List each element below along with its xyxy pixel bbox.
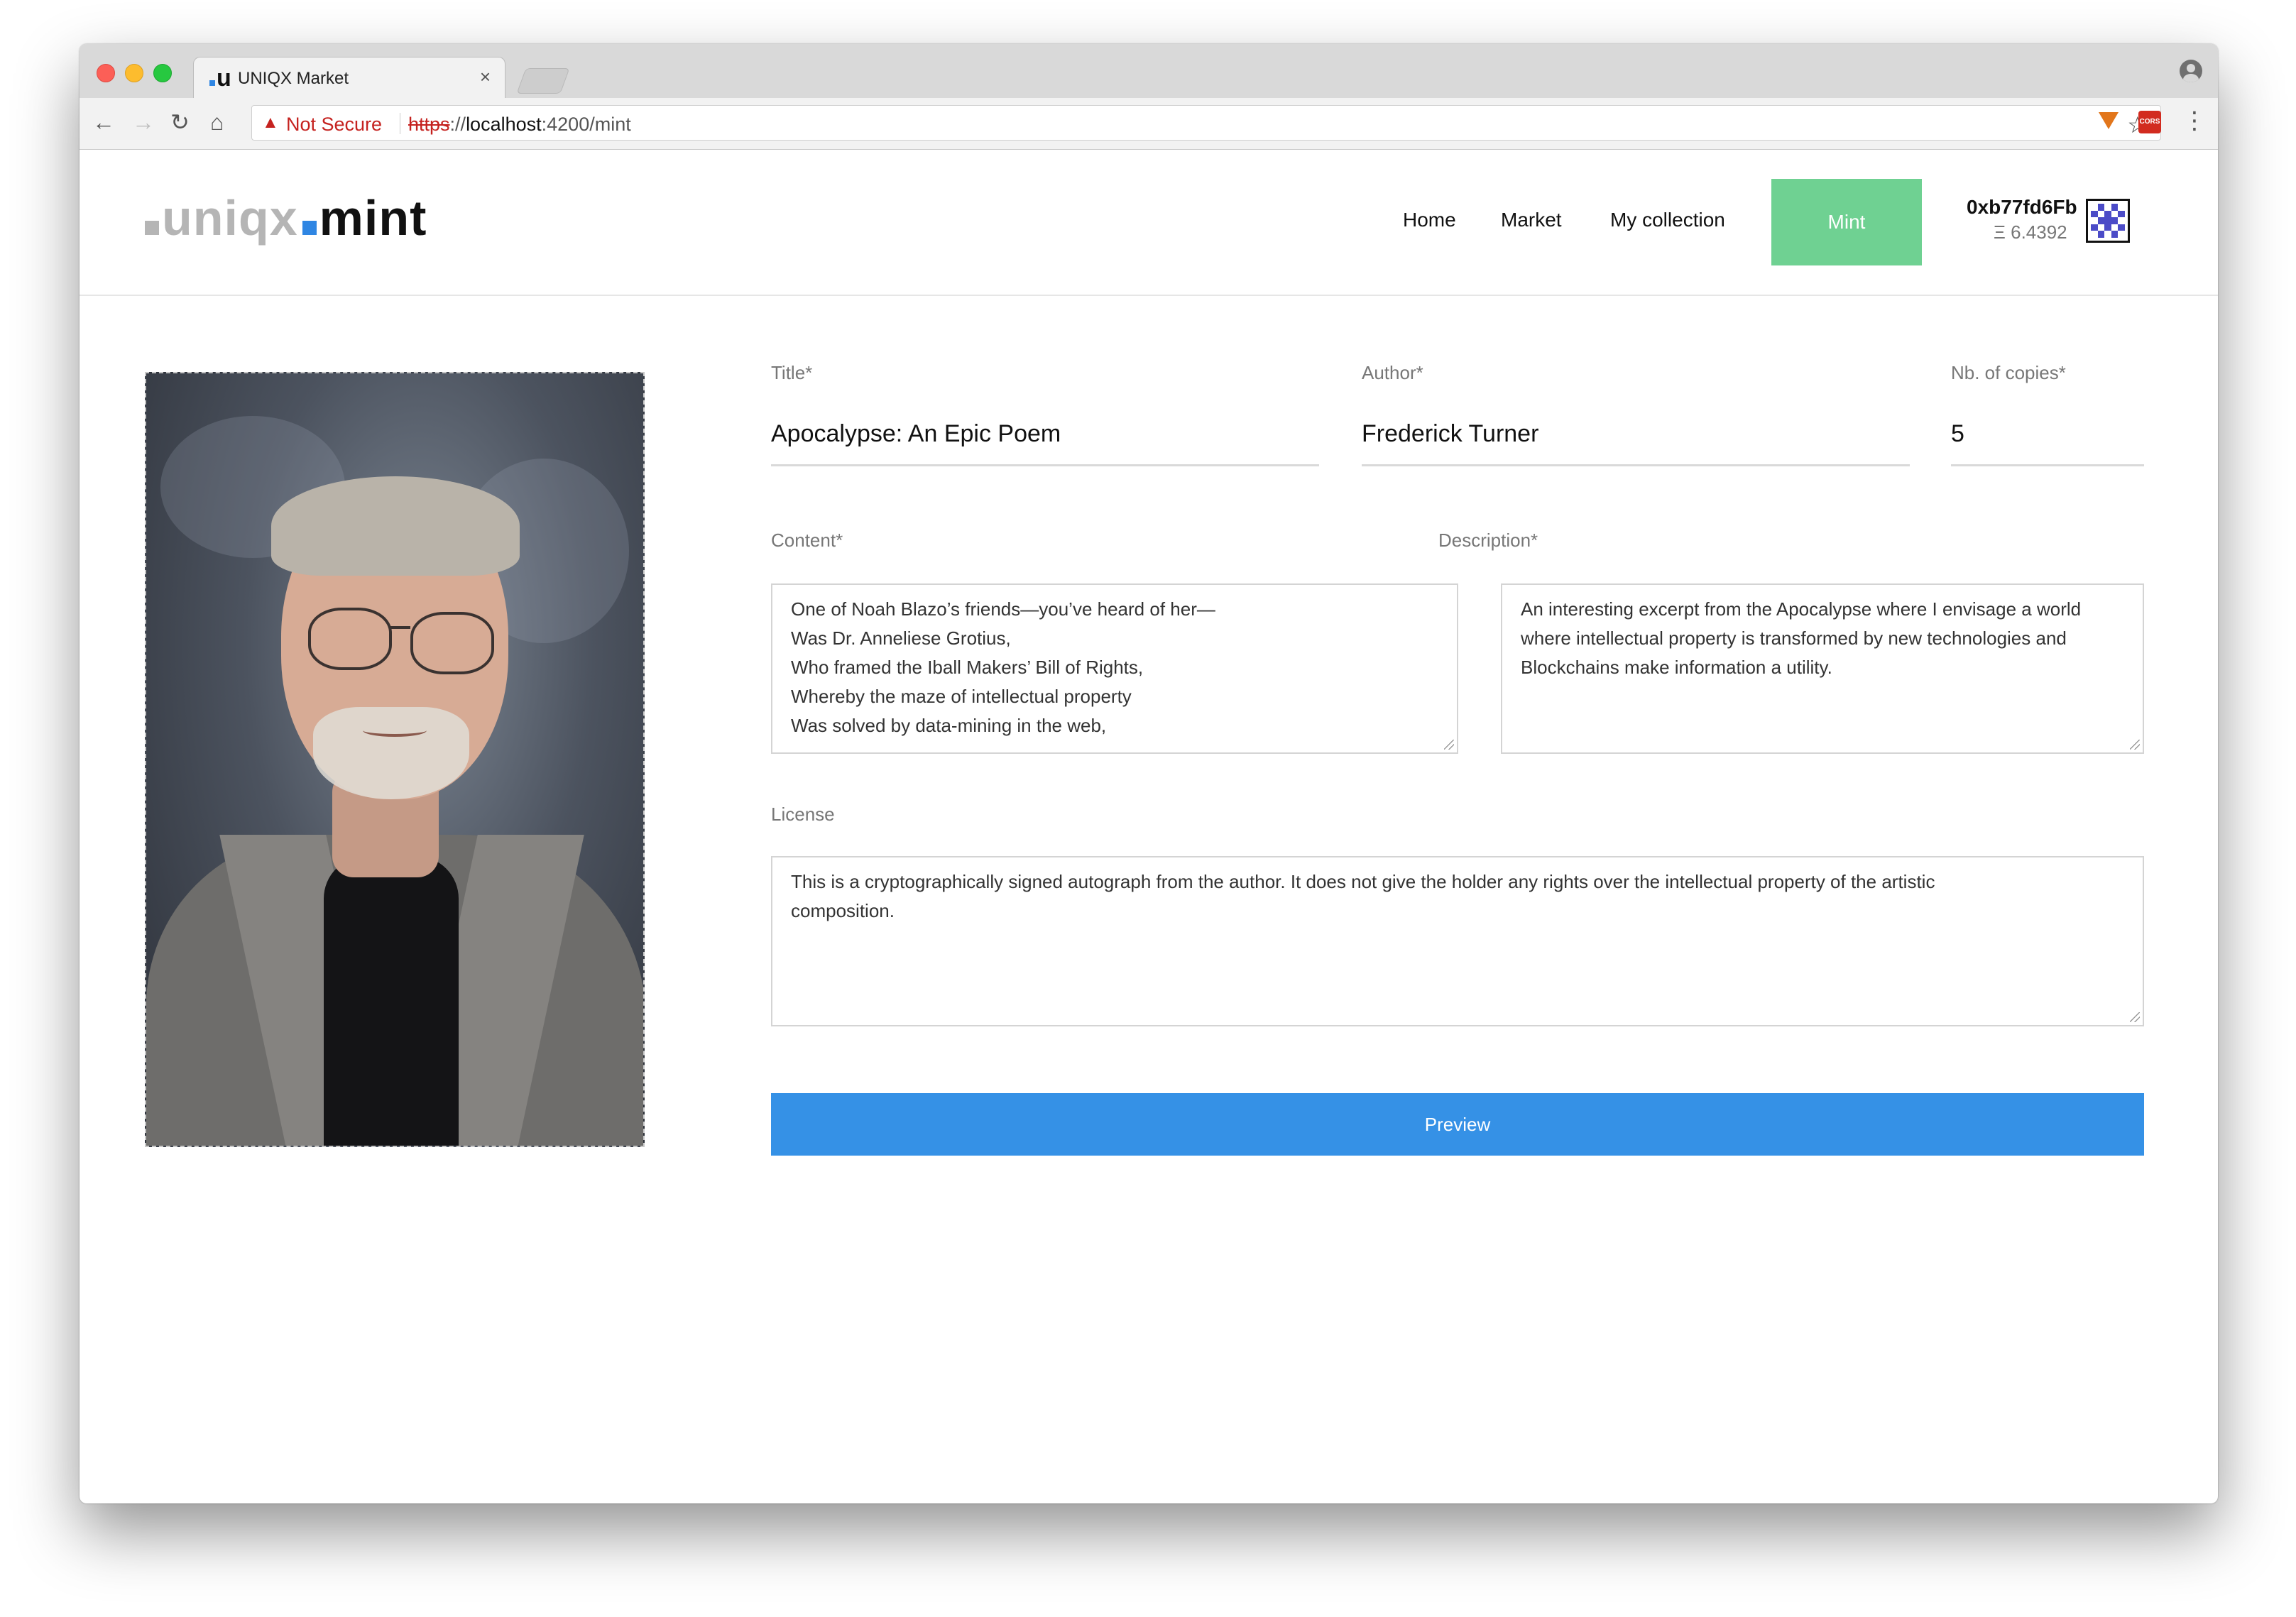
- tab-title: UNIQX Market: [238, 69, 349, 88]
- content-line: Who framed the Iball Makers’ Bill of Rig…: [791, 657, 1144, 678]
- copies-label: Nb. of copies*: [1951, 362, 2066, 383]
- browser-window: u UNIQX Market × ← → ↻ ⌂ ▲ Not Secure ht…: [80, 44, 2218, 1503]
- close-window-button[interactable]: [97, 64, 115, 82]
- copies-input[interactable]: 5: [1951, 420, 1964, 448]
- uniqx-mint-logo[interactable]: uniqx mint: [145, 190, 427, 246]
- address-bar[interactable]: ▲ Not Secure https://localhost:4200/mint…: [251, 105, 2161, 141]
- home-icon[interactable]: ⌂: [210, 108, 224, 136]
- content-line: Whereby the maze of intellectual propert…: [791, 686, 1132, 707]
- account-identicon-avatar[interactable]: [2086, 199, 2130, 243]
- title-underline: [771, 464, 1319, 466]
- resize-handle-icon[interactable]: [2130, 1012, 2140, 1022]
- copies-underline: [1951, 464, 2144, 466]
- description-line: An interesting excerpt from the Apocalyp…: [1521, 598, 2082, 620]
- tab-strip: u UNIQX Market ×: [80, 44, 2218, 98]
- license-textarea[interactable]: This is a cryptographically signed autog…: [771, 856, 2144, 1026]
- resize-handle-icon[interactable]: [2130, 740, 2140, 750]
- back-arrow-icon[interactable]: ←: [92, 108, 115, 136]
- nav-my-collection-link[interactable]: My collection: [1610, 209, 1725, 231]
- security-label[interactable]: Not Secure: [286, 114, 382, 136]
- content-line: Was solved by data-mining in the web,: [791, 715, 1107, 736]
- account-balance: Ξ 6.4392: [1994, 221, 2067, 243]
- cors-extension-icon[interactable]: CORS: [2138, 111, 2161, 133]
- author-underline: [1362, 464, 1910, 466]
- account-address: 0xb77fd6Fb: [1967, 196, 2077, 218]
- license-line: composition.: [791, 900, 895, 921]
- resize-handle-icon[interactable]: [1444, 740, 1454, 750]
- reload-icon[interactable]: ↻: [170, 108, 190, 136]
- metamask-fox-icon[interactable]: [2099, 112, 2119, 129]
- maximize-window-button[interactable]: [153, 64, 172, 82]
- glasses-icon: [308, 608, 392, 670]
- tab-close-icon[interactable]: ×: [480, 66, 491, 88]
- url-text[interactable]: https://localhost:4200/mint: [408, 114, 631, 136]
- description-textarea[interactable]: An interesting excerpt from the Apocalyp…: [1501, 583, 2144, 754]
- title-label: Title*: [771, 362, 813, 383]
- nav-home-link[interactable]: Home: [1403, 209, 1456, 231]
- nav-mint-button[interactable]: Mint: [1771, 179, 1922, 265]
- description-label: Description*: [1438, 530, 1538, 551]
- uniqx-favicon-icon: u: [209, 65, 231, 92]
- browser-tab[interactable]: u UNIQX Market ×: [193, 57, 505, 98]
- title-input[interactable]: Apocalypse: An Epic Poem: [771, 420, 1061, 448]
- profile-icon[interactable]: [2180, 60, 2202, 82]
- author-photo-dropzone[interactable]: [145, 372, 645, 1147]
- forward-arrow-icon[interactable]: →: [132, 108, 155, 136]
- browser-toolbar: ← → ↻ ⌂ ▲ Not Secure https://localhost:4…: [80, 98, 2218, 150]
- content-textarea[interactable]: One of Noah Blazo’s friends—you’ve heard…: [771, 583, 1458, 754]
- kebab-menu-icon[interactable]: ⋮: [2182, 106, 2207, 135]
- preview-button[interactable]: Preview: [771, 1093, 2144, 1156]
- description-line: Blockchains make information a utility.: [1521, 657, 1832, 678]
- author-label: Author*: [1362, 362, 1423, 383]
- license-label: License: [771, 804, 835, 825]
- content-line: One of Noah Blazo’s friends—you’ve heard…: [791, 598, 1215, 620]
- nav-market-link[interactable]: Market: [1501, 209, 1562, 231]
- content-line: Was Dr. Anneliese Grotius,: [791, 627, 1011, 649]
- minimize-window-button[interactable]: [125, 64, 143, 82]
- license-line: This is a cryptographically signed autog…: [791, 871, 1935, 892]
- content-label: Content*: [771, 530, 843, 551]
- author-input[interactable]: Frederick Turner: [1362, 420, 1538, 448]
- warning-icon: ▲: [262, 113, 279, 132]
- new-tab-button[interactable]: [516, 68, 570, 94]
- description-line: where intellectual property is transform…: [1521, 627, 2067, 649]
